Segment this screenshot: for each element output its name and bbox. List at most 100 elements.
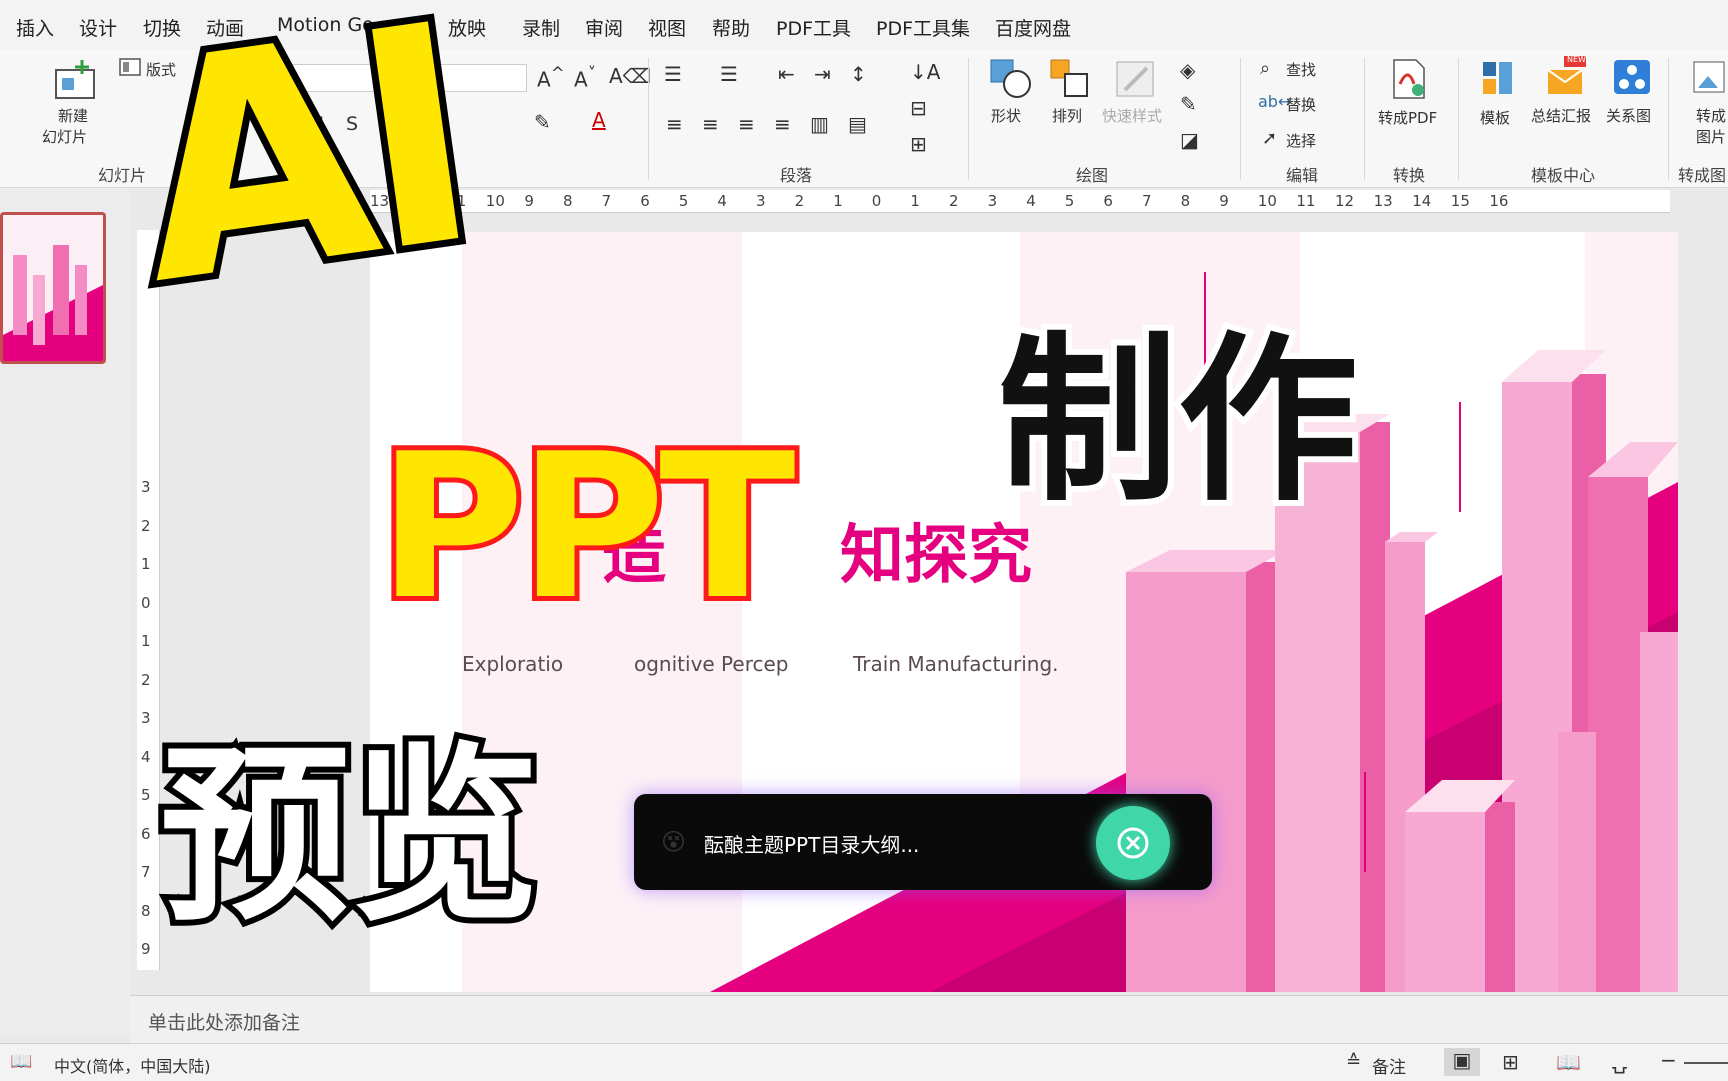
new-slide-label-2: 幻灯片 (42, 128, 88, 146)
slideshow-icon[interactable]: ⍽ (1612, 1050, 1627, 1074)
relation-button[interactable]: 关系图 (1606, 105, 1651, 126)
bullets-icon[interactable]: ☰ (664, 62, 682, 86)
arrange-button[interactable]: 排列 (1052, 105, 1082, 126)
ruler-tick-label: 0 (141, 593, 151, 612)
align-text-icon[interactable]: ⊟ (910, 96, 927, 120)
ruler-tick-label: 16 (1489, 192, 1509, 210)
edit-group-label: 编辑 (1286, 166, 1319, 185)
slide-subtitle-2: ognitive Percep (634, 652, 789, 676)
columns-icon[interactable]: ▤ (848, 112, 867, 136)
accessibility-icon[interactable]: 📖 (10, 1051, 32, 1072)
ruler-tick-label: 3 (141, 478, 151, 496)
select-button[interactable]: 选择 (1286, 130, 1316, 151)
ruler-tick-label: 6 (141, 824, 151, 843)
ruler-tick-label: 0 (871, 192, 882, 210)
ruler-tick-label: 9 (141, 940, 151, 958)
clear-format-icon[interactable]: A⌫ (609, 64, 651, 88)
paragraph-group-label: 段落 (780, 166, 813, 185)
ruler-tick-label: 1 (141, 555, 151, 573)
menu-pdf-toolset[interactable]: PDF工具集 (876, 14, 970, 41)
align-center-icon[interactable]: ≡ (702, 112, 719, 136)
distribute-icon[interactable]: ▥ (810, 112, 829, 136)
notes-toggle-button[interactable]: 备注 (1372, 1053, 1406, 1078)
new-slide-icon (55, 60, 95, 99)
template-button[interactable]: 模板 (1480, 107, 1510, 128)
shape-outline-icon[interactable]: ✎ (1180, 92, 1197, 116)
shrink-font-icon[interactable]: A˅ (574, 64, 596, 92)
toast-message: 酝酿主题PPT目录大纲... (704, 833, 920, 857)
ruler-tick-label: 6 (640, 192, 650, 210)
normal-view-icon[interactable]: ▣ (1444, 1048, 1480, 1076)
zoom-slider[interactable] (1684, 1062, 1728, 1064)
convert-group-label: 转换 (1393, 166, 1426, 185)
find-icon: ⌕ (1260, 58, 1271, 79)
menu-view[interactable]: 视图 (648, 14, 686, 41)
find-button[interactable]: 查找 (1286, 59, 1316, 80)
ruler-tick-label: 13 (1373, 192, 1393, 210)
ruler-tick-label: 4 (717, 192, 727, 210)
menu-slideshow[interactable]: 放映 (448, 14, 486, 41)
ribbon-separator (1668, 58, 1669, 180)
menu-record[interactable]: 录制 (522, 14, 560, 41)
toast-close-button[interactable] (1096, 806, 1170, 880)
line-spacing-icon[interactable]: ↕ (850, 62, 867, 86)
menu-help[interactable]: 帮助 (712, 14, 750, 41)
ruler-tick-label: 1 (141, 632, 151, 650)
menu-insert[interactable]: 插入 (16, 14, 54, 41)
align-right-icon[interactable]: ≡ (738, 112, 755, 136)
menu-pdf-tools[interactable]: PDF工具 (776, 14, 851, 41)
highlight-icon[interactable]: ✎ (534, 110, 551, 134)
replace-button[interactable]: 替换 (1286, 94, 1316, 115)
select-cursor-icon: ➚ (1262, 128, 1278, 149)
decrease-indent-icon[interactable]: ⇤ (778, 62, 795, 86)
zoom-out-icon[interactable]: − (1660, 1048, 1677, 1072)
slide-thumbnail[interactable] (0, 212, 106, 364)
close-icon (1117, 827, 1149, 859)
ruler-tick-label: 14 (1412, 192, 1432, 210)
notes-toggle-icon: ≙ (1346, 1051, 1362, 1072)
menu-baidu-netdisk[interactable]: 百度网盘 (995, 14, 1071, 41)
arrange-icon (1050, 59, 1088, 97)
to-image-label-1[interactable]: 转成 (1696, 105, 1726, 126)
shapes-icon (990, 59, 1031, 98)
ruler-tick-label: 7 (601, 192, 612, 210)
reading-view-icon[interactable]: 📖 (1556, 1050, 1581, 1074)
increase-indent-icon[interactable]: ⇥ (814, 62, 831, 86)
to-pdf-button[interactable]: 转成PDF (1378, 107, 1437, 128)
notes-pane[interactable]: 单击此处添加备注 (130, 995, 1728, 1044)
ribbon-separator (1458, 58, 1459, 180)
ruler-tick-label: 10 (485, 192, 505, 210)
to-image-label-2[interactable]: 图片 (1696, 126, 1726, 147)
font-color-icon[interactable]: A (592, 108, 606, 132)
ruler-tick-label: 9 (524, 192, 534, 210)
justify-icon[interactable]: ≡ (774, 112, 791, 136)
ribbon-separator (648, 58, 649, 180)
numbering-icon[interactable]: ☰ (720, 62, 738, 86)
text-direction-icon[interactable]: ↓A (910, 60, 940, 84)
smartart-icon[interactable]: ⊞ (910, 132, 927, 156)
shape-effects-icon[interactable]: ◪ (1180, 128, 1199, 152)
ribbon-separator (968, 58, 969, 180)
menu-review[interactable]: 审阅 (585, 14, 623, 41)
ruler-tick-label: 9 (1219, 192, 1229, 210)
template-icon (1483, 62, 1512, 94)
language-indicator[interactable]: 中文(简体，中国大陆) (54, 1053, 211, 1077)
ruler-tick-label: 8 (563, 192, 573, 210)
ruler-tick-label: 1 (833, 192, 843, 210)
shapes-button[interactable]: 形状 (991, 105, 1021, 126)
to-image-icon (1693, 61, 1725, 93)
ruler-tick-label: 15 (1450, 192, 1470, 210)
slide-sorter-icon[interactable]: ⊞ (1502, 1050, 1519, 1074)
overlay-ppt-text: PPT (373, 411, 801, 644)
ruler-tick-label: 4 (1026, 192, 1036, 210)
align-left-icon[interactable]: ≡ (666, 112, 683, 136)
overlay-make-text: 制作 (992, 317, 1364, 526)
summary-button[interactable]: 总结汇报 (1531, 105, 1591, 126)
horizontal-ruler: 13 12 11 10 9 8 7 6 5 4 3 2 1 0 1 2 3 4 5 6 7 8 9 10 11 12 13 14 15 1… (370, 190, 1670, 213)
ruler-tick-label: 11 (1296, 192, 1316, 210)
ruler-tick-label: 6 (1103, 192, 1113, 210)
quick-styles-button[interactable]: 快速样式 (1102, 105, 1162, 126)
grow-font-icon[interactable]: A^ (537, 64, 565, 92)
shape-fill-icon[interactable]: ◈ (1180, 58, 1195, 82)
menu-design[interactable]: 设计 (79, 14, 117, 41)
